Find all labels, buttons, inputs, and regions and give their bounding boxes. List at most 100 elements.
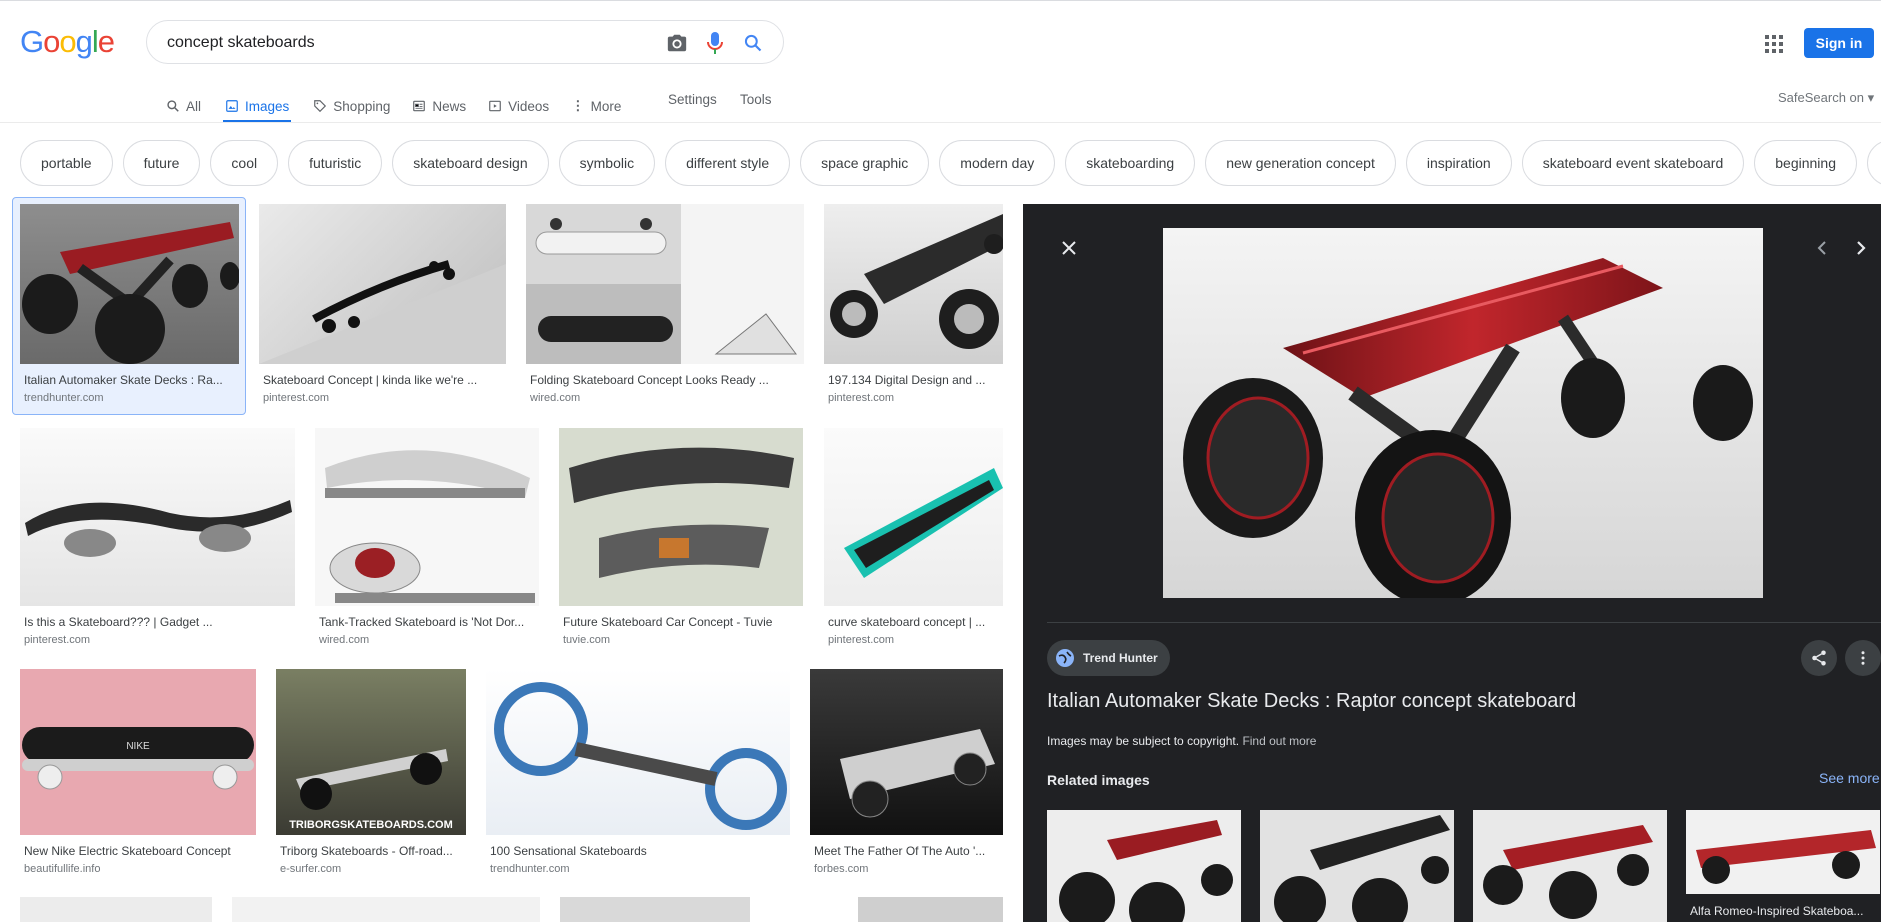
result-thumbnail[interactable]: [20, 204, 239, 364]
result-thumbnail[interactable]: [20, 428, 295, 606]
result-source: pinterest.com: [828, 634, 895, 646]
result-title[interactable]: curve skateboard concept | ...: [828, 615, 998, 629]
tab-more[interactable]: ⋮ More: [571, 92, 621, 120]
related-image[interactable]: [1260, 810, 1454, 922]
result-thumbnail[interactable]: [560, 897, 750, 922]
chip[interactable]: skateboarding: [1065, 140, 1196, 186]
related-image[interactable]: Alfa Romeo-Inspired Skateboa...: [1686, 810, 1880, 922]
sign-in-button[interactable]: Sign in: [1804, 28, 1874, 58]
result-thumbnail[interactable]: [824, 428, 1003, 606]
result-thumbnail[interactable]: TRIBORGSKATEBOARDS.COM: [276, 669, 466, 835]
tab-images[interactable]: Images: [223, 92, 292, 123]
safesearch-label: SafeSearch on: [1778, 90, 1865, 105]
copyright-text: Images may be subject to copyright.: [1047, 734, 1240, 748]
chip[interactable]: cool: [210, 140, 279, 186]
image-icon: [226, 100, 238, 112]
more-options-icon[interactable]: [1845, 640, 1881, 676]
chip[interactable]: p: [1867, 140, 1881, 186]
result-title[interactable]: 100 Sensational Skateboards: [490, 844, 786, 858]
microphone-icon[interactable]: [703, 31, 727, 55]
chip[interactable]: inspiration: [1405, 140, 1512, 186]
globe-icon: [1056, 649, 1074, 667]
panel-divider: [1047, 622, 1881, 623]
chip[interactable]: new generation concept: [1205, 140, 1396, 186]
chip[interactable]: modern day: [939, 140, 1056, 186]
result-thumbnail[interactable]: [20, 897, 212, 922]
chip[interactable]: portable: [20, 140, 113, 186]
result-thumbnail[interactable]: [810, 669, 1003, 835]
result-thumbnail[interactable]: [526, 204, 804, 364]
chip[interactable]: future: [122, 140, 201, 186]
more-vert-icon: ⋮: [571, 98, 585, 113]
chevron-left-icon[interactable]: [1812, 238, 1832, 258]
news-icon: [413, 100, 426, 112]
result-thumbnail[interactable]: NIKE: [20, 669, 256, 835]
result-title[interactable]: Triborg Skateboards - Off-road...: [280, 844, 462, 858]
tab-shopping[interactable]: Shopping: [313, 92, 390, 120]
result-title[interactable]: Italian Automaker Skate Decks : Ra...: [24, 373, 234, 387]
result-thumbnail[interactable]: [232, 897, 540, 922]
tab-all-label: All: [186, 98, 202, 114]
result-thumbnail[interactable]: [858, 897, 1003, 922]
preview-image[interactable]: [1163, 228, 1763, 598]
tab-videos[interactable]: Videos: [488, 92, 549, 120]
result-source: beautifullife.info: [24, 863, 101, 875]
result-source: e-surfer.com: [280, 863, 342, 875]
related-images-heading: Related images: [1047, 772, 1150, 788]
source-chip[interactable]: Trend Hunter: [1047, 640, 1170, 676]
result-title[interactable]: Tank-Tracked Skateboard is 'Not Dor...: [319, 615, 535, 629]
search-icon[interactable]: [741, 31, 765, 55]
see-more-link[interactable]: See more: [1819, 770, 1880, 786]
result-title[interactable]: Future Skateboard Car Concept - Tuvie: [563, 615, 799, 629]
result-source: wired.com: [319, 634, 370, 646]
result-source: tuvie.com: [563, 634, 611, 646]
chip[interactable]: beginning: [1754, 140, 1857, 186]
share-icon[interactable]: [1801, 640, 1837, 676]
search-input[interactable]: concept skateboards: [167, 34, 315, 52]
tab-videos-label: Videos: [508, 98, 550, 114]
camera-icon[interactable]: [665, 31, 689, 55]
chip[interactable]: futuristic: [288, 140, 383, 186]
result-source: wired.com: [530, 392, 581, 404]
preview-title[interactable]: Italian Automaker Skate Decks : Raptor c…: [1047, 690, 1576, 713]
chip[interactable]: skateboard design: [392, 140, 549, 186]
search-box[interactable]: concept skateboards: [146, 20, 784, 64]
result-title[interactable]: 197.134 Digital Design and ...: [828, 373, 998, 387]
related-caption: Alfa Romeo-Inspired Skateboa...: [1690, 904, 1864, 918]
nike-logo-text: NIKE: [126, 741, 150, 752]
chip[interactable]: different style: [665, 140, 791, 186]
tab-more-label: More: [590, 98, 622, 114]
result-thumbnail[interactable]: [259, 204, 506, 364]
result-title[interactable]: Skateboard Concept | kinda like we're ..…: [263, 373, 503, 387]
result-title[interactable]: Meet The Father Of The Auto '...: [814, 844, 1000, 858]
triborg-watermark: TRIBORGSKATEBOARDS.COM: [289, 819, 453, 831]
result-source: pinterest.com: [24, 634, 91, 646]
result-source: pinterest.com: [828, 392, 895, 404]
result-source: forbes.com: [814, 863, 869, 875]
chip[interactable]: skateboard event skateboard: [1521, 140, 1745, 186]
tab-all[interactable]: All: [166, 92, 201, 120]
related-image[interactable]: [1047, 810, 1241, 922]
apps-grid-icon[interactable]: [1762, 32, 1786, 56]
result-title[interactable]: Is this a Skateboard??? | Gadget ...: [24, 615, 294, 629]
search-icon: [167, 100, 179, 112]
close-icon[interactable]: [1059, 238, 1079, 258]
result-thumbnail[interactable]: [486, 669, 790, 835]
find-out-more-link[interactable]: Find out more: [1242, 734, 1316, 748]
result-title[interactable]: New Nike Electric Skateboard Concept: [24, 844, 254, 858]
settings-link[interactable]: Settings: [668, 92, 717, 107]
chip[interactable]: space graphic: [800, 140, 930, 186]
google-logo[interactable]: Google: [20, 24, 115, 60]
result-thumbnail[interactable]: [559, 428, 803, 606]
tools-link[interactable]: Tools: [740, 92, 772, 107]
chevron-right-icon[interactable]: [1851, 238, 1871, 258]
result-source: pinterest.com: [263, 392, 330, 404]
chip[interactable]: symbolic: [558, 140, 656, 186]
related-image[interactable]: [1473, 810, 1667, 922]
safesearch-toggle[interactable]: SafeSearch on ▾: [1778, 90, 1874, 106]
result-thumbnail[interactable]: [824, 204, 1003, 364]
result-thumbnail[interactable]: [315, 428, 539, 606]
search-tabs: All Images Shopping News Videos ⋮ More: [166, 92, 643, 123]
tab-news[interactable]: News: [412, 92, 466, 120]
result-title[interactable]: Folding Skateboard Concept Looks Ready .…: [530, 373, 800, 387]
